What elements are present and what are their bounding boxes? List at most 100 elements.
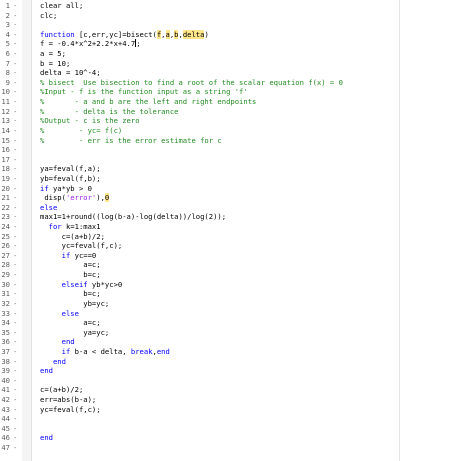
code-text[interactable]: % - delta is the tolerance	[40, 107, 178, 116]
breakpoint-marker[interactable]: -	[13, 11, 17, 20]
code-line[interactable]: 27- if yc==0	[0, 251, 474, 260]
code-line[interactable]: 44-	[0, 414, 474, 423]
code-text[interactable]: ya=feval(f,a);	[40, 164, 101, 173]
breakpoint-marker[interactable]: -	[13, 328, 17, 337]
breakpoint-marker[interactable]: -	[13, 164, 17, 173]
code-line[interactable]: 2- clc;	[0, 11, 474, 20]
code-line[interactable]: 24- for k=1:max1	[0, 222, 474, 231]
code-line[interactable]: 3-	[0, 20, 474, 29]
breakpoint-marker[interactable]: -	[13, 241, 17, 250]
breakpoint-marker[interactable]: -	[13, 203, 17, 212]
code-line[interactable]: 21- disp('error'),0	[0, 193, 474, 203]
code-text[interactable]: % - a and b are the left and right endpo…	[40, 97, 256, 106]
code-text[interactable]: yb=yc;	[40, 299, 109, 308]
breakpoint-marker[interactable]: -	[13, 299, 17, 308]
breakpoint-marker[interactable]: -	[13, 222, 17, 231]
code-line[interactable]: 17-	[0, 155, 474, 164]
code-text[interactable]: else	[40, 203, 57, 212]
code-line[interactable]: 39- end	[0, 366, 474, 375]
code-text[interactable]: % - err is the error estimate for c	[40, 136, 222, 145]
breakpoint-marker[interactable]: -	[13, 39, 17, 48]
code-line[interactable]: 34- a=c;	[0, 318, 474, 327]
breakpoint-marker[interactable]: -	[13, 385, 17, 394]
breakpoint-marker[interactable]: -	[13, 59, 17, 68]
code-line[interactable]: 4- function [c,err,yc]=bisect(f,a,b,delta…	[0, 29, 474, 39]
code-text[interactable]: end	[40, 357, 66, 366]
code-text[interactable]: f = -0.4*x^2+2.2*x+4.7;	[40, 39, 141, 48]
code-line[interactable]: 25- c=(a+b)/2;	[0, 232, 474, 241]
code-text[interactable]: end	[40, 433, 53, 442]
code-line[interactable]: 35- ya=yc;	[0, 328, 474, 337]
code-line[interactable]: 40-	[0, 376, 474, 385]
code-text[interactable]: elseif yb*yc>0	[40, 280, 123, 289]
code-line[interactable]: 30- elseif yb*yc>0	[0, 280, 474, 289]
code-line[interactable]: 16-	[0, 145, 474, 154]
code-line[interactable]: 45-	[0, 424, 474, 433]
breakpoint-marker[interactable]: -	[13, 270, 17, 279]
code-text[interactable]: err=abs(b-a);	[40, 395, 96, 404]
code-line[interactable]: 20- if ya*yb > 0	[0, 184, 474, 193]
code-line[interactable]: 7- b = 10;	[0, 59, 474, 68]
code-line[interactable]: 12- % - delta is the tolerance	[0, 107, 474, 116]
code-line[interactable]: 29- b=c;	[0, 270, 474, 279]
code-text[interactable]: end	[40, 337, 75, 346]
breakpoint-marker[interactable]: -	[13, 251, 17, 260]
code-text[interactable]: b=c;	[40, 270, 100, 279]
code-line[interactable]: 38- end	[0, 357, 474, 366]
breakpoint-marker[interactable]: -	[13, 280, 17, 289]
code-text[interactable]: b = 10;	[40, 59, 70, 68]
code-line[interactable]: 41- c=(a+b)/2;	[0, 385, 474, 394]
code-text[interactable]: ya=yc;	[40, 328, 109, 337]
code-text[interactable]: else	[40, 309, 79, 318]
code-line[interactable]: 26- yc=feval(f,c);	[0, 241, 474, 250]
breakpoint-marker[interactable]: -	[13, 30, 17, 39]
breakpoint-marker[interactable]: -	[13, 184, 17, 193]
breakpoint-marker[interactable]: -	[13, 136, 17, 145]
breakpoint-marker[interactable]: -	[13, 309, 17, 318]
breakpoint-marker[interactable]: -	[13, 212, 17, 221]
code-text[interactable]: clear all;	[40, 1, 83, 10]
code-line[interactable]: 15- % - err is the error estimate for c	[0, 136, 474, 145]
breakpoint-marker[interactable]: -	[13, 289, 17, 298]
code-text[interactable]: % - yc= f(c)	[40, 126, 122, 135]
code-text[interactable]: a=c;	[40, 260, 100, 269]
code-line[interactable]: 18- ya=feval(f,a);	[0, 164, 474, 173]
code-line[interactable]: 32- yb=yc;	[0, 299, 474, 308]
breakpoint-marker[interactable]: -	[13, 443, 17, 452]
code-text[interactable]: %Output - c is the zero	[40, 116, 140, 125]
code-text[interactable]: if ya*yb > 0	[40, 184, 92, 193]
breakpoint-marker[interactable]: -	[13, 126, 17, 135]
breakpoint-marker[interactable]: -	[13, 87, 17, 96]
breakpoint-marker[interactable]: -	[13, 337, 17, 346]
code-text[interactable]: clc;	[40, 11, 57, 20]
breakpoint-marker[interactable]: -	[13, 433, 17, 442]
code-text[interactable]: for k=1:max1	[40, 222, 101, 231]
code-text[interactable]: c=(a+b)/2;	[40, 232, 105, 241]
code-text[interactable]: %Input - f is the function input as a st…	[40, 87, 248, 96]
code-line[interactable]: 13- %Output - c is the zero	[0, 116, 474, 125]
code-line[interactable]: 31- b=c;	[0, 289, 474, 298]
breakpoint-marker[interactable]: -	[13, 395, 17, 404]
code-text[interactable]: b=c;	[40, 289, 100, 298]
code-line[interactable]: 28- a=c;	[0, 260, 474, 269]
code-line[interactable]: 46- end	[0, 433, 474, 442]
code-line[interactable]: 33- else	[0, 309, 474, 318]
breakpoint-marker[interactable]: -	[13, 155, 17, 164]
breakpoint-marker[interactable]: -	[13, 357, 17, 366]
code-line[interactable]: 37- if b-a < delta, break,end	[0, 347, 474, 356]
breakpoint-marker[interactable]: -	[13, 424, 17, 433]
code-line[interactable]: 47-	[0, 443, 474, 452]
breakpoint-marker[interactable]: -	[13, 116, 17, 125]
code-text[interactable]: if yc==0	[40, 251, 97, 260]
breakpoint-marker[interactable]: -	[13, 107, 17, 116]
breakpoint-marker[interactable]: -	[13, 174, 17, 183]
code-editor[interactable]: 1- clear all; 2- clc; 3-4- function [c,err,yc…	[0, 0, 474, 461]
code-text[interactable]: % bisect Use bisection to find a root of…	[40, 78, 343, 87]
breakpoint-marker[interactable]: -	[13, 405, 17, 414]
breakpoint-marker[interactable]: -	[13, 376, 17, 385]
breakpoint-marker[interactable]: -	[13, 260, 17, 269]
code-line[interactable]: 22- else	[0, 203, 474, 212]
code-text[interactable]: yc=feval(f,c);	[40, 241, 123, 250]
code-line[interactable]: 10- %Input - f is the function input as a…	[0, 87, 474, 96]
code-text[interactable]: delta = 10^-4;	[40, 68, 101, 77]
